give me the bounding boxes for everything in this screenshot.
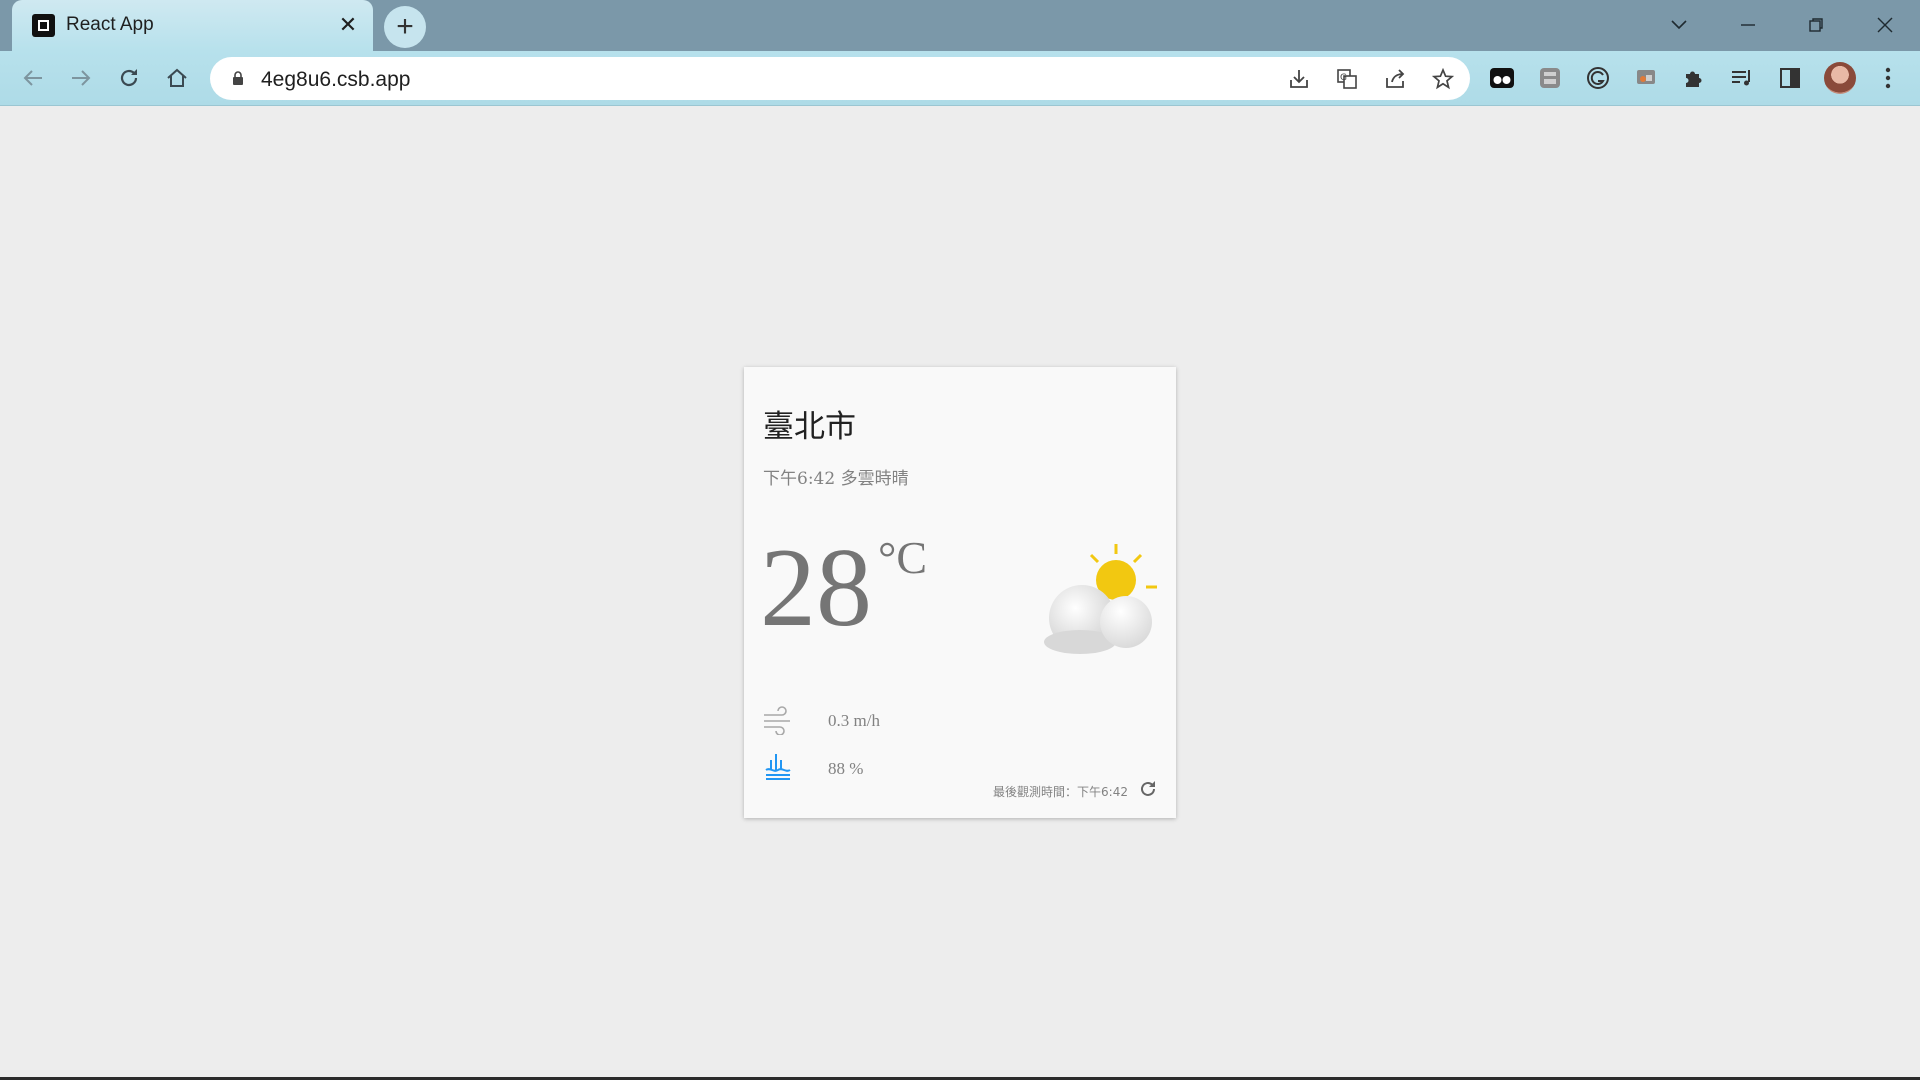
- share-icon[interactable]: [1381, 65, 1409, 93]
- extension-grammarly-icon[interactable]: [1583, 63, 1613, 93]
- restore-button[interactable]: [1793, 8, 1839, 42]
- side-panel-icon[interactable]: [1775, 63, 1805, 93]
- url-text[interactable]: 4eg8u6.csb.app: [261, 68, 410, 92]
- reload-button[interactable]: [109, 58, 149, 98]
- observation-time: 最後觀測時間：下午6:42: [993, 785, 1128, 799]
- lock-icon[interactable]: [232, 71, 244, 85]
- tab-strip: React App ✕ +: [0, 0, 1920, 51]
- cloudy-sun-icon: [1044, 544, 1157, 654]
- install-icon[interactable]: [1285, 65, 1313, 93]
- temperature-value: 28: [760, 526, 872, 650]
- media-control-icon[interactable]: [1727, 63, 1757, 93]
- close-icon[interactable]: ✕: [335, 12, 361, 38]
- restore-icon: [1809, 18, 1823, 32]
- minimize-button[interactable]: [1725, 8, 1771, 42]
- close-icon: [1877, 17, 1893, 33]
- weather-card: 臺北市 下午6:42 多雲時晴 28 °C 0.3 m/h 88 % 最後觀測時…: [744, 367, 1176, 818]
- temperature-unit: °C: [878, 532, 928, 583]
- new-tab-button[interactable]: +: [384, 6, 426, 48]
- browser-toolbar: 4eg8u6.csb.app G: [0, 51, 1920, 106]
- translate-icon[interactable]: G: [1333, 65, 1361, 93]
- minimize-icon: [1741, 24, 1755, 26]
- tab-title: React App: [66, 14, 154, 35]
- svg-text:G: G: [1340, 73, 1347, 83]
- address-bar[interactable]: 4eg8u6.csb.app G: [210, 57, 1470, 100]
- chevron-down-icon: [1671, 20, 1687, 30]
- arrow-left-icon: [23, 70, 42, 86]
- tab-search-button[interactable]: [1656, 8, 1702, 42]
- extension-glasses-icon[interactable]: [1487, 63, 1517, 93]
- home-icon: [167, 68, 187, 87]
- forward-button[interactable]: [61, 58, 101, 98]
- menu-kebab-icon[interactable]: [1873, 63, 1903, 93]
- close-window-button[interactable]: [1862, 8, 1908, 42]
- arrow-right-icon: [72, 70, 91, 86]
- home-button[interactable]: [157, 58, 197, 98]
- codesandbox-icon: [32, 14, 55, 37]
- reload-icon: [120, 69, 138, 87]
- back-button[interactable]: [13, 58, 53, 98]
- extension-card-icon[interactable]: [1535, 63, 1565, 93]
- extension-cast-icon[interactable]: [1631, 63, 1661, 93]
- profile-avatar[interactable]: [1824, 62, 1856, 94]
- extensions-puzzle-icon[interactable]: [1679, 63, 1709, 93]
- star-icon[interactable]: [1429, 65, 1457, 93]
- tab-react-app[interactable]: React App ✕: [12, 0, 373, 51]
- wind-speed: 0.3 m/h: [828, 711, 880, 730]
- weather-description: 下午6:42 多雲時晴: [763, 469, 909, 489]
- refresh-icon[interactable]: [1138, 779, 1158, 799]
- humidity-value: 88 %: [828, 759, 864, 778]
- plus-icon: +: [396, 10, 414, 43]
- wind-icon: [764, 706, 790, 735]
- rain-icon: [765, 754, 791, 780]
- location-title: 臺北市: [763, 409, 856, 445]
